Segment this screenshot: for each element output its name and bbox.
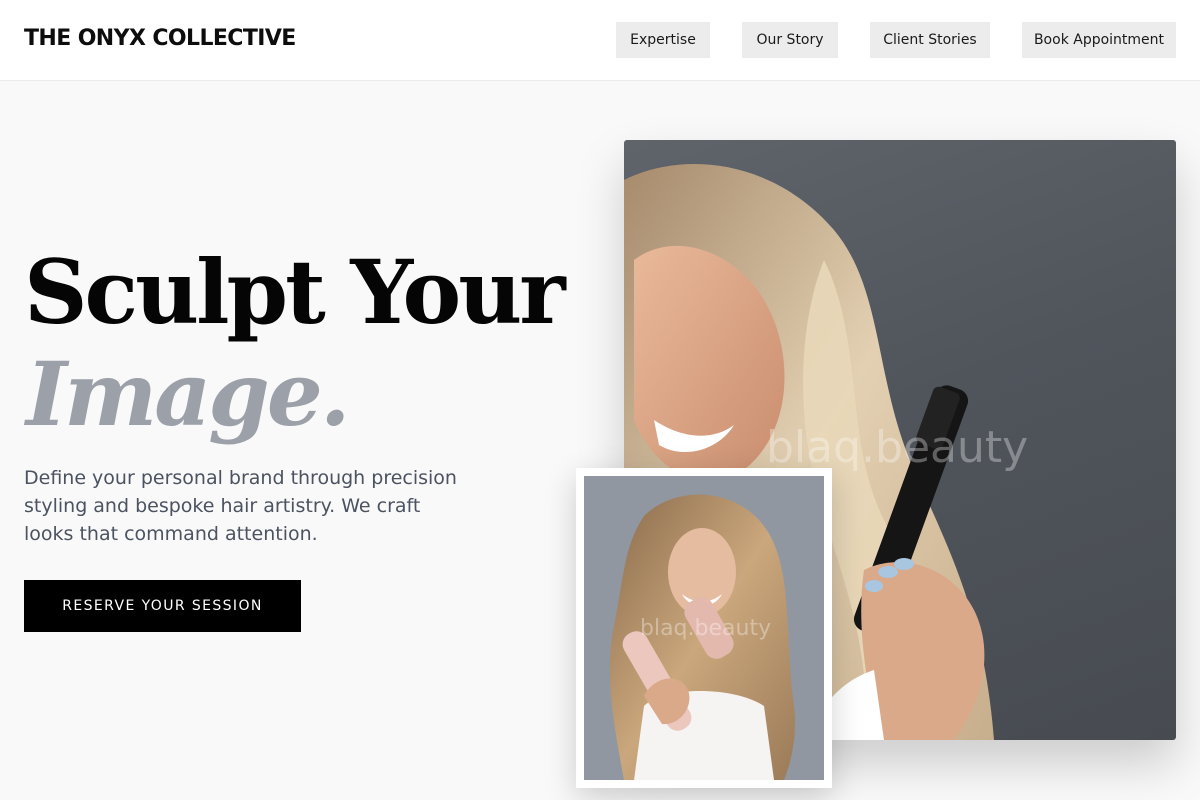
brand-logo[interactable]: THE ONYX COLLECTIVE bbox=[24, 26, 296, 51]
main-photo-watermark: blaq.beauty bbox=[766, 422, 1029, 473]
nav-expertise[interactable]: Expertise bbox=[616, 22, 710, 58]
reserve-session-button[interactable]: RESERVE YOUR SESSION bbox=[24, 580, 301, 632]
nav-client-stories[interactable]: Client Stories bbox=[870, 22, 990, 58]
hero-headline-line1: Sculpt Your bbox=[24, 240, 566, 344]
site-header: THE ONYX COLLECTIVE Expertise Our Story … bbox=[0, 0, 1200, 81]
hero-description: Define your personal brand through preci… bbox=[24, 467, 457, 545]
inset-photo: blaq.beauty bbox=[584, 476, 824, 780]
hero-headline-line2: Image. bbox=[26, 342, 350, 446]
inset-photo-frame: blaq.beauty bbox=[576, 468, 832, 788]
nav-book-appointment[interactable]: Book Appointment bbox=[1022, 22, 1176, 58]
inset-photo-watermark: blaq.beauty bbox=[640, 616, 772, 641]
nav-our-story[interactable]: Our Story bbox=[742, 22, 838, 58]
